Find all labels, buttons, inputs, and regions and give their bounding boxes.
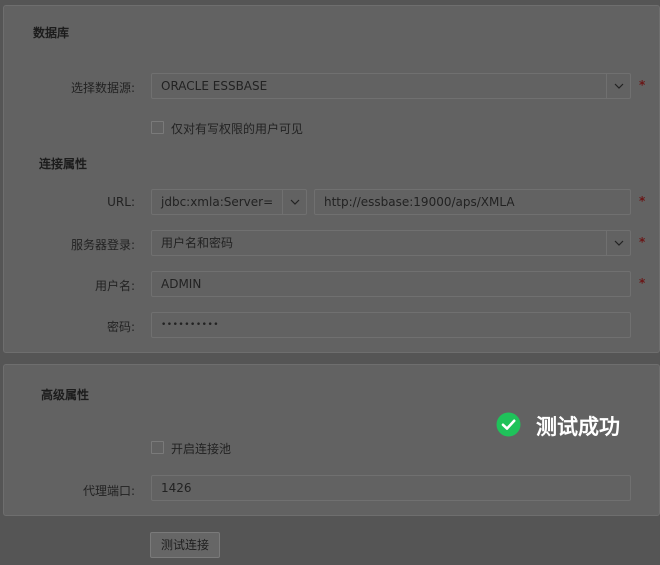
required-mark: * (639, 78, 646, 92)
pool-checkbox-label: 开启连接池 (171, 442, 232, 456)
required-mark: * (639, 194, 646, 208)
password-input[interactable]: •••••••••• (151, 312, 631, 338)
username-input[interactable]: ADMIN (151, 271, 631, 297)
datasource-label: 选择数据源: (70, 81, 135, 95)
server-login-label: 服务器登录: (70, 238, 135, 252)
chevron-down-icon[interactable] (606, 231, 630, 255)
url-input[interactable]: http://essbase:19000/aps/XMLA (314, 189, 631, 215)
proxy-port-label: 代理端口: (82, 484, 135, 498)
chevron-down-icon[interactable] (282, 190, 306, 214)
check-circle-icon (496, 412, 521, 440)
password-label: 密码: (106, 320, 135, 334)
server-login-value: 用户名和密码 (161, 236, 234, 250)
database-panel (3, 5, 660, 353)
test-connection-button[interactable]: 测试连接 (150, 532, 220, 558)
pool-checkbox[interactable] (151, 441, 164, 454)
server-login-select[interactable]: 用户名和密码 (151, 230, 631, 256)
proxy-port-value: 1426 (161, 481, 192, 495)
advanced-title: 高级属性 (41, 388, 90, 402)
required-mark: * (639, 276, 646, 290)
username-label: 用户名: (94, 279, 135, 293)
username-value: ADMIN (161, 277, 202, 291)
success-toast: 测试成功 (496, 412, 620, 440)
database-title: 数据库 (33, 26, 70, 40)
url-label: URL: (107, 195, 135, 209)
required-mark: * (639, 235, 646, 249)
url-prefix-select[interactable]: jdbc:xmla:Server= (151, 189, 307, 215)
datasource-value: ORACLE ESSBASE (161, 79, 268, 93)
proxy-port-input[interactable]: 1426 (151, 475, 631, 501)
url-prefix-value: jdbc:xmla:Server= (161, 195, 274, 209)
connection-section-title: 连接属性 (39, 157, 88, 171)
toast-message: 测试成功 (536, 415, 620, 439)
datasource-select[interactable]: ORACLE ESSBASE (151, 73, 631, 99)
password-value: •••••••••• (161, 320, 220, 330)
url-value: http://essbase:19000/aps/XMLA (324, 195, 515, 209)
chevron-down-icon[interactable] (606, 74, 630, 98)
write-only-checkbox[interactable] (151, 121, 164, 134)
write-only-checkbox-label: 仅对有写权限的用户可见 (171, 122, 304, 136)
